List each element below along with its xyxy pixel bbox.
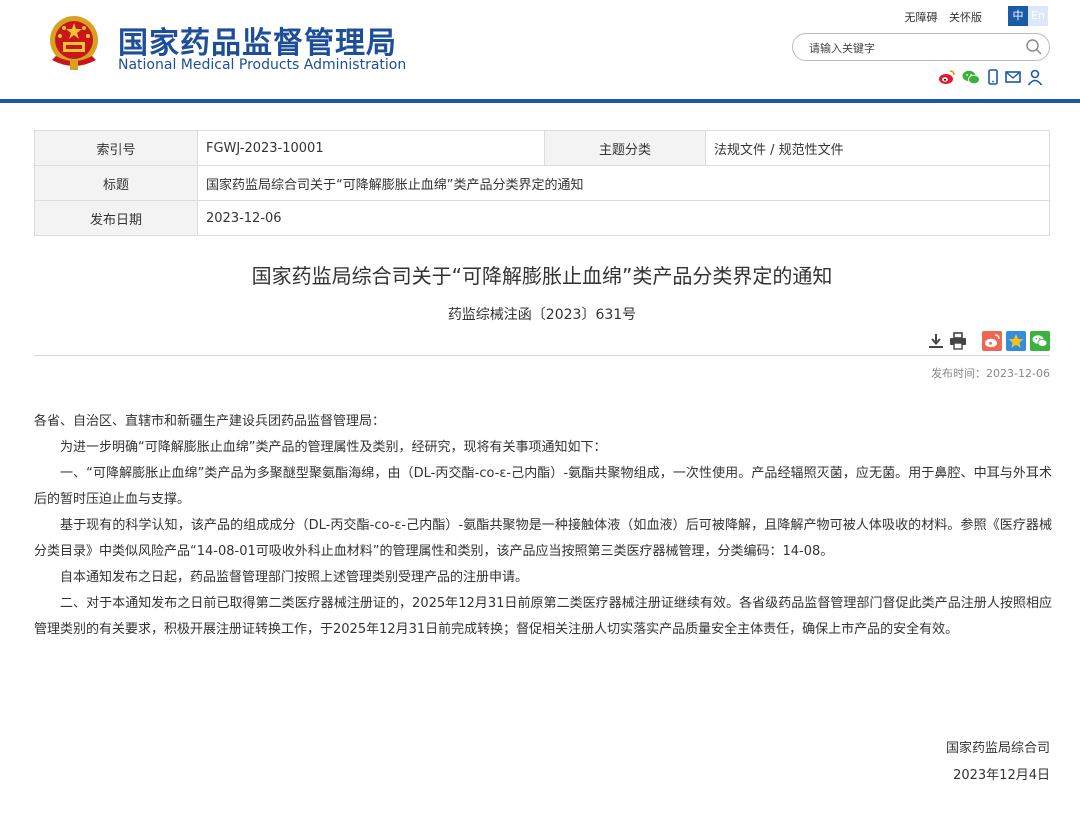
body-paragraph: 为进一步明确“可降解膨胀止血绵”类产品的管理属性及类别，经研究，现将有关事项通知… xyxy=(60,440,607,455)
mail-icon[interactable] xyxy=(1004,68,1022,86)
site-header: 国家药品监督管理局 National Medical Products Admi… xyxy=(0,0,1080,100)
national-emblem-icon xyxy=(50,16,98,70)
share-wechat-icon[interactable] xyxy=(1030,331,1050,351)
info-row-date: 发布日期 2023-12-06 xyxy=(34,200,1050,236)
salutation: 各省、自治区、直辖市和新疆生产建设兵团药品监督管理局： xyxy=(34,414,386,429)
body-paragraph: 自本通知发布之日起，药品监督管理部门按照上述管理类别受理产品的注册申请。 xyxy=(60,570,529,585)
search-icon[interactable] xyxy=(1025,38,1043,56)
signer: 国家药监局综合司 xyxy=(945,741,1050,756)
document-number: 药监综械注函〔2023〕631号 xyxy=(447,307,637,323)
download-icon[interactable] xyxy=(926,331,946,351)
site-title-en: National Medical Products Administration xyxy=(118,57,407,73)
site-title-cn: 国家药品监督管理局 xyxy=(118,26,397,61)
search-input[interactable] xyxy=(807,38,1011,58)
title-divider xyxy=(34,355,1050,356)
sign-date: 2023年12月4日 xyxy=(953,768,1050,783)
date-label: 发布日期 xyxy=(34,200,198,236)
category-label: 主题分类 xyxy=(544,130,706,166)
date-value: 2023-12-06 xyxy=(197,200,1050,236)
category-value: 法规文件 / 规范性文件 xyxy=(705,130,1050,166)
publish-time: 发布时间：2023-12-06 xyxy=(931,367,1050,380)
body-paragraph: 基于现有的科学认知，该产品的组成成分（DL-丙交酯-co-ε-己内酯）-氨酯共聚… xyxy=(34,518,1052,559)
index-value: FGWJ-2023-10001 xyxy=(197,130,545,166)
lang-zh-button[interactable]: 中 xyxy=(1008,6,1028,26)
search-box xyxy=(792,33,1050,61)
mobile-icon[interactable] xyxy=(984,68,1002,86)
body-paragraph: 二、对于本通知发布之日前已取得第二类医疗器械注册证的，2025年12月31日前原… xyxy=(34,596,1052,637)
wechat-icon[interactable] xyxy=(962,68,980,86)
print-icon[interactable] xyxy=(948,331,968,351)
document-info-table: 索引号 FGWJ-2023-10001 主题分类 法规文件 / 规范性文件 标题… xyxy=(34,130,1050,236)
top-links: 无障碍 关怀版 xyxy=(897,9,983,25)
accessibility-link[interactable]: 无障碍 xyxy=(905,11,938,24)
info-row-index: 索引号 FGWJ-2023-10001 主题分类 法规文件 / 规范性文件 xyxy=(34,130,1050,166)
share-qzone-icon[interactable] xyxy=(1006,331,1026,351)
user-icon[interactable] xyxy=(1026,68,1044,86)
document-title: 国家药监局综合司关于“可降解膨胀止血绵”类产品分类界定的通知 xyxy=(251,264,833,288)
title-value: 国家药监局综合司关于“可降解膨胀止血绵”类产品分类界定的通知 xyxy=(197,165,1050,201)
document-body: 各省、自治区、直辖市和新疆生产建设兵团药品监督管理局： 为进一步明确“可降解膨胀… xyxy=(34,409,1052,643)
index-label: 索引号 xyxy=(34,130,198,166)
info-row-title: 标题 国家药监局综合司关于“可降解膨胀止血绵”类产品分类界定的通知 xyxy=(34,165,1050,201)
header-divider xyxy=(0,99,1080,103)
weibo-icon[interactable] xyxy=(938,68,956,86)
body-paragraph: 一、“可降解膨胀止血绵”类产品为多聚醚型聚氨酯海绵，由（DL-丙交酯-co-ε-… xyxy=(34,466,1052,507)
title-label: 标题 xyxy=(34,165,198,201)
care-mode-link[interactable]: 关怀版 xyxy=(949,11,982,24)
lang-en-button[interactable]: En xyxy=(1028,6,1048,26)
share-weibo-icon[interactable] xyxy=(982,331,1002,351)
